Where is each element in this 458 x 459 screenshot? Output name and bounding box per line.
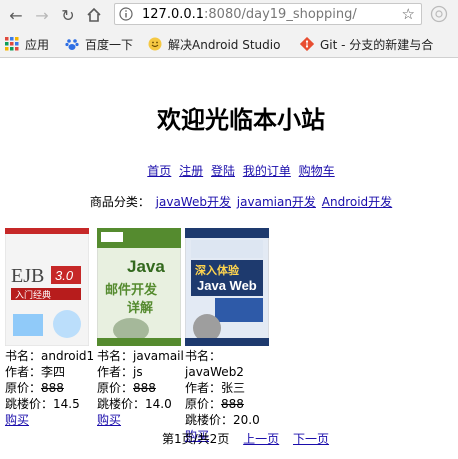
- reload-icon[interactable]: ↻: [58, 5, 78, 25]
- extension-icon[interactable]: [430, 5, 448, 23]
- url-path: :8080/day19_shopping/: [204, 7, 357, 22]
- price-label: 原价：: [97, 381, 134, 395]
- bookmarks-bar: 应用 百度一下 解决Android Studio Git - 分支的新建与合: [0, 30, 458, 58]
- main-menu: 首页 注册 登陆 我的订单 购物车: [0, 162, 458, 179]
- original-price: 888: [133, 381, 156, 395]
- pagination: 第1页/共2页 上一页 下一页: [162, 430, 329, 447]
- bookmark-label: 应用: [25, 37, 50, 52]
- page-status: 第1页/共2页: [162, 432, 230, 446]
- apps-grid-icon: [5, 37, 19, 51]
- book-sale-price: 跳楼价：14.5: [5, 397, 80, 411]
- prev-page-link[interactable]: 上一页: [243, 432, 279, 446]
- svg-text:深入体验: 深入体验: [195, 263, 240, 277]
- svg-text:Java Web: Java Web: [197, 278, 257, 293]
- git-icon: [299, 36, 315, 52]
- bookmark-label: 解决Android Studio: [168, 37, 281, 52]
- book-cover-image[interactable]: 深入体验 Java Web: [185, 228, 269, 346]
- bookmark-star-icon[interactable]: ☆: [402, 5, 415, 23]
- bookmark-apps[interactable]: 应用: [5, 36, 49, 52]
- url-text[interactable]: 127.0.0.1:8080/day19_shopping/: [142, 7, 357, 22]
- book-sale-price: 跳楼价：20.0: [185, 413, 260, 427]
- back-arrow-icon[interactable]: ←: [6, 5, 26, 25]
- book-original-price-row: 原价：888: [185, 396, 277, 412]
- bookmark-label: 百度一下: [85, 37, 134, 52]
- svg-text:3.0: 3.0: [55, 268, 74, 283]
- category-link[interactable]: Android开发: [322, 195, 392, 209]
- original-price: 888: [41, 381, 64, 395]
- buy-link[interactable]: 购买: [97, 413, 121, 427]
- book-cover-image[interactable]: EJB 3.0 入门经典: [5, 228, 89, 346]
- menu-cart-link[interactable]: 购物车: [299, 164, 335, 178]
- menu-login-link[interactable]: 登陆: [211, 164, 235, 178]
- book-name: 书名：javamail: [97, 349, 184, 363]
- home-icon[interactable]: [84, 5, 104, 25]
- category-label: 商品分类：: [89, 195, 150, 209]
- next-page-link[interactable]: 下一页: [293, 432, 329, 446]
- book-name: 书名：javaWeb2: [185, 349, 244, 379]
- category-link[interactable]: javamian开发: [237, 195, 316, 209]
- price-label: 原价：: [5, 381, 42, 395]
- address-bar[interactable]: 127.0.0.1:8080/day19_shopping/ ☆: [114, 3, 422, 25]
- menu-register-link[interactable]: 注册: [179, 164, 203, 178]
- bookmark-baidu[interactable]: 百度一下: [65, 36, 133, 52]
- book-author: 作者：js: [97, 365, 143, 379]
- svg-text:详解: 详解: [127, 300, 153, 316]
- product-card: Java 邮件开发 详解 书名：javamail 作者：js 原价：888 跳楼…: [97, 228, 189, 428]
- category-link[interactable]: javaWeb开发: [156, 195, 231, 209]
- book-author: 作者：张三: [185, 381, 246, 395]
- book-author: 作者：李四: [5, 365, 66, 379]
- bookmark-git[interactable]: Git - 分支的新建与合: [299, 36, 434, 52]
- book-name: 书名：android1: [5, 349, 95, 363]
- studio-icon: [148, 37, 162, 51]
- book-original-price-row: 原价：888: [5, 380, 97, 396]
- menu-home-link[interactable]: 首页: [147, 164, 171, 178]
- book-original-price-row: 原价：888: [97, 380, 189, 396]
- buy-link[interactable]: 购买: [5, 413, 29, 427]
- baidu-paw-icon: [65, 37, 79, 51]
- bookmark-label: Git - 分支的新建与合: [320, 37, 434, 52]
- browser-toolbar: ← → ↻ 127.0.0.1:8080/day19_shopping/ ☆: [0, 0, 458, 30]
- info-icon[interactable]: [119, 7, 133, 21]
- svg-text:入门经典: 入门经典: [15, 289, 51, 301]
- svg-text:EJB: EJB: [11, 265, 44, 287]
- book-sale-price: 跳楼价：14.0: [97, 397, 172, 411]
- price-label: 原价：: [185, 397, 222, 411]
- forward-arrow-icon[interactable]: →: [32, 5, 52, 25]
- menu-orders-link[interactable]: 我的订单: [243, 164, 291, 178]
- product-card: EJB 3.0 入门经典 书名：android1 作者：李四 原价：888 跳楼…: [5, 228, 97, 428]
- svg-text:邮件开发: 邮件开发: [105, 282, 158, 298]
- url-host: 127.0.0.1: [142, 7, 205, 22]
- original-price: 888: [221, 397, 244, 411]
- svg-text:Java: Java: [127, 257, 165, 276]
- book-cover-image[interactable]: Java 邮件开发 详解: [97, 228, 181, 346]
- page-title: 欢迎光临本小站: [157, 106, 325, 134]
- product-card: 深入体验 Java Web 书名：javaWeb2 作者：张三 原价：888 跳…: [185, 228, 277, 444]
- bookmark-android-studio[interactable]: 解决Android Studio: [148, 36, 280, 52]
- category-bar: 商品分类： javaWeb开发 javamian开发 Android开发: [0, 193, 458, 210]
